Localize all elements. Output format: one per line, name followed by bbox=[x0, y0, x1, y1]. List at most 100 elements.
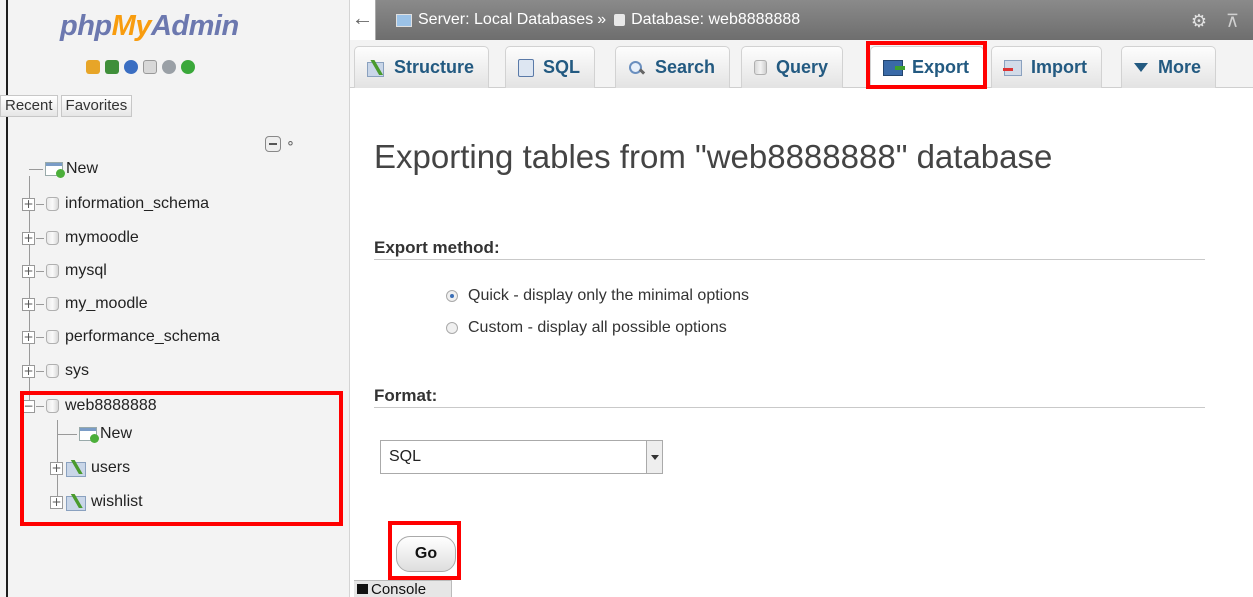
annotation-highlight-go bbox=[388, 521, 461, 580]
tree-connector bbox=[36, 203, 44, 205]
tree-item-label: my_moodle bbox=[65, 295, 148, 312]
database-icon bbox=[46, 297, 59, 311]
tree-item-label: mysql bbox=[65, 262, 107, 279]
tab-structure[interactable]: Structure bbox=[354, 46, 490, 88]
database-icon bbox=[46, 231, 59, 245]
export-method-heading: Export method: bbox=[374, 238, 500, 257]
reload-icon[interactable] bbox=[181, 60, 195, 74]
docs-icon[interactable] bbox=[143, 60, 157, 74]
menu-tabs: Structure SQL Search Query Export Import bbox=[350, 40, 1253, 89]
back-arrow-icon[interactable]: ← bbox=[350, 0, 376, 40]
tree-item-new[interactable]: New bbox=[29, 157, 98, 181]
settings-icon[interactable] bbox=[162, 60, 176, 74]
format-heading: Format: bbox=[374, 386, 438, 405]
tab-label: Import bbox=[1031, 57, 1087, 77]
gear-icon[interactable]: ⚙ bbox=[1191, 11, 1207, 32]
tree-item-mymoodle[interactable]: + mymoodle bbox=[22, 226, 139, 250]
tree-item-label: sys bbox=[65, 362, 89, 379]
radio-button-checked[interactable] bbox=[446, 290, 458, 302]
import-icon bbox=[1003, 59, 1022, 76]
database-icon bbox=[614, 14, 626, 26]
collapse-top-icon[interactable]: ⊼ bbox=[1226, 11, 1239, 32]
search-icon bbox=[628, 60, 646, 76]
breadcrumb-bar: ← Server: Local Databases » Database: we… bbox=[350, 0, 1253, 40]
tab-label: More bbox=[1158, 57, 1202, 77]
tree-connector bbox=[36, 303, 44, 305]
sql-icon bbox=[518, 58, 534, 77]
tab-favorites[interactable]: Favorites bbox=[60, 95, 133, 117]
database-icon bbox=[46, 364, 59, 378]
tree-item-mysql[interactable]: + mysql bbox=[22, 259, 107, 283]
tree-item-label: mymoodle bbox=[65, 229, 139, 246]
tree-item-performance-schema[interactable]: + performance_schema bbox=[22, 325, 220, 349]
radio-quick[interactable]: Quick - display only the minimal options bbox=[446, 287, 749, 305]
chevron-down-icon[interactable] bbox=[646, 441, 662, 473]
database-icon bbox=[46, 197, 59, 211]
help-icon[interactable] bbox=[124, 60, 138, 74]
database-icon bbox=[46, 264, 59, 278]
radio-button[interactable] bbox=[446, 322, 458, 334]
tree-item-label: performance_schema bbox=[65, 328, 220, 345]
console-label: Console bbox=[371, 580, 427, 597]
tab-import[interactable]: Import bbox=[991, 46, 1102, 88]
expand-icon[interactable]: + bbox=[22, 364, 35, 378]
console-icon bbox=[357, 584, 368, 594]
expand-icon[interactable]: + bbox=[22, 231, 35, 245]
expand-icon[interactable]: + bbox=[22, 197, 35, 211]
tree-item-label: information_schema bbox=[65, 195, 210, 212]
annotation-highlight-export bbox=[866, 41, 987, 89]
tab-query[interactable]: Query bbox=[741, 46, 844, 88]
database-icon bbox=[46, 330, 59, 344]
home-icon[interactable] bbox=[86, 60, 100, 74]
server-icon bbox=[396, 13, 412, 27]
phpmyadmin-window: phpMyAdmin Recent Favorites ⚬ New + info… bbox=[0, 0, 1253, 597]
tree-item-information-schema[interactable]: + information_schema bbox=[22, 192, 209, 216]
logo-admin: Admin bbox=[150, 10, 239, 42]
format-select[interactable]: SQL bbox=[380, 440, 663, 474]
annotation-highlight-tree bbox=[20, 391, 343, 526]
breadcrumb: Server: Local Databases » Database: web8… bbox=[396, 11, 800, 29]
logo-php: php bbox=[60, 10, 112, 42]
tab-sql[interactable]: SQL bbox=[505, 46, 596, 88]
section-divider bbox=[374, 407, 1205, 408]
tree-connector bbox=[36, 237, 44, 239]
tree-item-label: New bbox=[66, 160, 99, 177]
tab-label: Search bbox=[655, 57, 716, 77]
collapse-all-icon[interactable] bbox=[265, 136, 281, 152]
phpmyadmin-logo[interactable]: phpMyAdmin bbox=[60, 10, 239, 43]
tree-item-sys[interactable]: + sys bbox=[22, 359, 89, 383]
section-divider bbox=[374, 259, 1205, 260]
console-toggle[interactable]: Console bbox=[354, 580, 452, 597]
navigation-panel: phpMyAdmin Recent Favorites ⚬ New + info… bbox=[0, 0, 350, 597]
breadcrumb-server[interactable]: Server: Local Databases bbox=[418, 11, 593, 29]
tab-label: Structure bbox=[394, 57, 475, 77]
expand-icon[interactable]: + bbox=[22, 264, 35, 278]
radio-label: Quick - display only the minimal options bbox=[468, 287, 750, 304]
page-title: Exporting tables from "web8888888" datab… bbox=[374, 138, 1053, 175]
tree-connector bbox=[36, 336, 44, 338]
link-icon[interactable]: ⚬ bbox=[285, 136, 296, 152]
breadcrumb-database[interactable]: Database: web8888888 bbox=[631, 11, 800, 29]
tree-connector bbox=[36, 370, 44, 372]
expand-icon[interactable]: + bbox=[22, 297, 35, 311]
tree-controls: ⚬ bbox=[265, 136, 296, 152]
window-edge bbox=[6, 0, 8, 597]
tab-recent[interactable]: Recent bbox=[0, 95, 58, 117]
tab-search[interactable]: Search bbox=[615, 46, 731, 88]
expand-icon[interactable]: + bbox=[22, 330, 35, 344]
tab-more[interactable]: More bbox=[1121, 46, 1217, 88]
tree-item-my-moodle[interactable]: + my_moodle bbox=[22, 292, 148, 316]
structure-icon bbox=[367, 59, 385, 77]
radio-label: Custom - display all possible options bbox=[468, 319, 727, 336]
tree-connector bbox=[36, 270, 44, 272]
format-select-value: SQL bbox=[389, 448, 422, 465]
tree-connector bbox=[29, 168, 43, 170]
radio-custom[interactable]: Custom - display all possible options bbox=[446, 319, 727, 337]
triangle-down-icon bbox=[1134, 63, 1148, 72]
logo-my: My bbox=[111, 10, 152, 42]
nav-icon-bar bbox=[86, 60, 195, 74]
main-panel: ← Server: Local Databases » Database: we… bbox=[350, 0, 1253, 597]
tab-label: SQL bbox=[543, 57, 581, 77]
db-icon[interactable] bbox=[105, 60, 119, 74]
breadcrumb-separator: » bbox=[597, 11, 607, 28]
